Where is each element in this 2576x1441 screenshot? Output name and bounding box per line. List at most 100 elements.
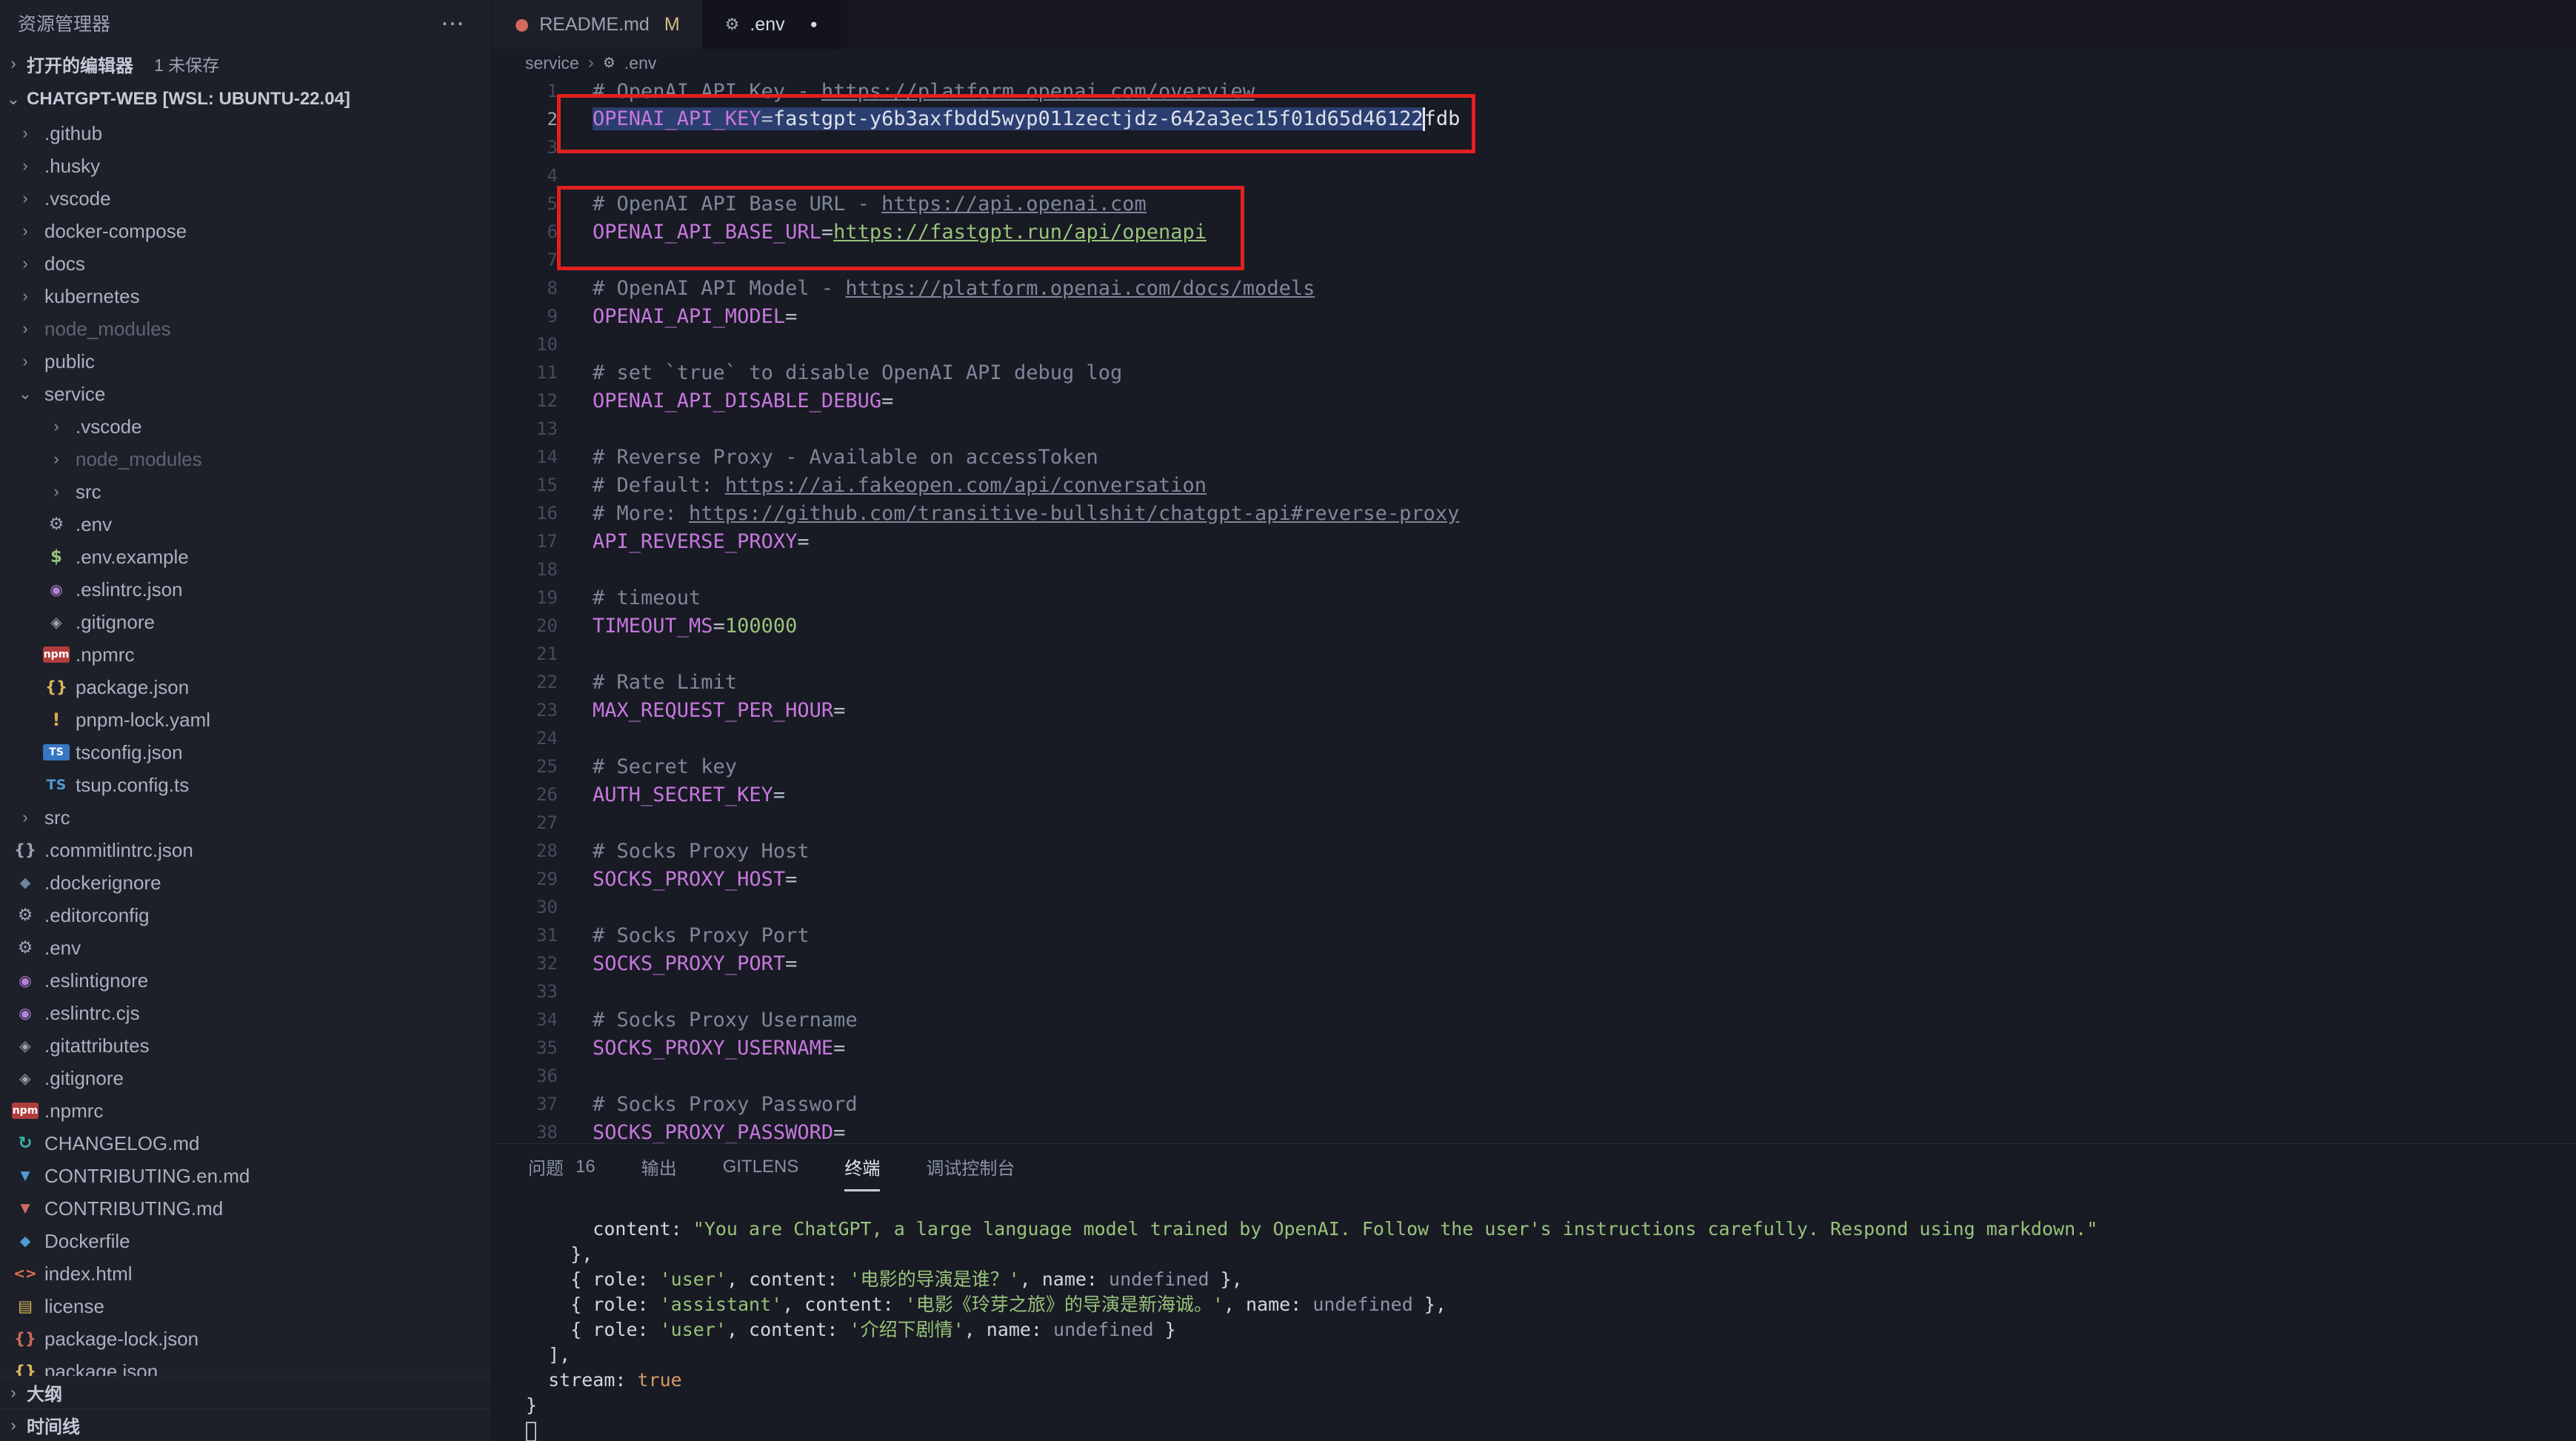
line-number[interactable]: 11	[493, 362, 558, 383]
tree-item-commitlintrc-json[interactable]: {}.commitlintrc.json	[0, 834, 492, 866]
editor-line-13[interactable]: 13	[493, 415, 2576, 443]
tree-item-contributing-md[interactable]: ▼CONTRIBUTING.md	[0, 1192, 492, 1225]
panel-tab-terminal[interactable]: 终端	[844, 1144, 880, 1191]
editor-line-38[interactable]: 38SOCKS_PROXY_PASSWORD=	[493, 1118, 2576, 1143]
tree-item-vscode[interactable]: ›.vscode	[0, 182, 492, 215]
editor-line-20[interactable]: 20TIMEOUT_MS=100000	[493, 612, 2576, 640]
line-number[interactable]: 12	[493, 390, 558, 411]
line-number[interactable]: 1	[493, 81, 558, 101]
tree-item-service-npmrc[interactable]: npm.npmrc	[0, 638, 492, 671]
line-number[interactable]: 34	[493, 1009, 558, 1030]
editor-line-30[interactable]: 30	[493, 893, 2576, 921]
line-number[interactable]: 28	[493, 840, 558, 861]
editor-line-6[interactable]: 6OPENAI_API_BASE_URL=https://fastgpt.run…	[493, 218, 2576, 246]
editor-line-35[interactable]: 35SOCKS_PROXY_USERNAME=	[493, 1034, 2576, 1062]
editor-line-1[interactable]: 1# OpenAI API Key - https://platform.ope…	[493, 77, 2576, 105]
tree-item-package-lock-json[interactable]: {}package-lock.json	[0, 1323, 492, 1355]
tree-item-eslintignore[interactable]: ◉.eslintignore	[0, 964, 492, 997]
line-number[interactable]: 31	[493, 925, 558, 946]
editor-line-8[interactable]: 8# OpenAI API Model - https://platform.o…	[493, 274, 2576, 302]
tree-item-service-pnpm-lock[interactable]: !pnpm-lock.yaml	[0, 703, 492, 736]
breadcrumb-file[interactable]: .env	[624, 53, 656, 73]
tab-readme[interactable]: ●README.mdM	[493, 0, 703, 49]
tree-item-eslintrc-cjs[interactable]: ◉.eslintrc.cjs	[0, 997, 492, 1029]
line-number[interactable]: 30	[493, 897, 558, 917]
tree-item-npmrc[interactable]: npm.npmrc	[0, 1094, 492, 1127]
tree-item-public[interactable]: ›public	[0, 345, 492, 378]
editor-line-24[interactable]: 24	[493, 724, 2576, 752]
panel-tab-problems[interactable]: 问题16	[528, 1144, 595, 1191]
line-number[interactable]: 10	[493, 334, 558, 355]
editor-line-21[interactable]: 21	[493, 640, 2576, 668]
line-number[interactable]: 23	[493, 700, 558, 720]
editor-line-31[interactable]: 31# Socks Proxy Port	[493, 921, 2576, 949]
line-number[interactable]: 24	[493, 728, 558, 749]
editor-line-16[interactable]: 16# More: https://github.com/transitive-…	[493, 499, 2576, 527]
tree-item-service[interactable]: ⌄service	[0, 378, 492, 410]
editor-line-22[interactable]: 22# Rate Limit	[493, 668, 2576, 696]
line-number[interactable]: 19	[493, 587, 558, 608]
tree-item-src[interactable]: ›src	[0, 801, 492, 834]
line-number[interactable]: 5	[493, 193, 558, 214]
panel-tab-output[interactable]: 输出	[641, 1144, 677, 1191]
line-number[interactable]: 37	[493, 1094, 558, 1114]
panel-tab-gitlens[interactable]: GITLENS	[723, 1144, 799, 1191]
line-number[interactable]: 3	[493, 137, 558, 158]
line-number[interactable]: 35	[493, 1037, 558, 1058]
terminal-output[interactable]: content: "You are ChatGPT, a large langu…	[493, 1191, 2576, 1441]
tree-item-gitignore[interactable]: ◈.gitignore	[0, 1062, 492, 1094]
tree-item-husky[interactable]: ›.husky	[0, 150, 492, 182]
line-number[interactable]: 16	[493, 503, 558, 524]
line-number[interactable]: 29	[493, 869, 558, 889]
tree-item-service-tsup-config[interactable]: TStsup.config.ts	[0, 769, 492, 801]
editor-line-5[interactable]: 5# OpenAI API Base URL - https://api.ope…	[493, 190, 2576, 218]
tree-item-license[interactable]: ▤license	[0, 1290, 492, 1323]
editor-line-36[interactable]: 36	[493, 1062, 2576, 1090]
open-editors-section[interactable]: › 打开的编辑器 1 未保存	[0, 46, 492, 81]
editor-content[interactable]: 1# OpenAI API Key - https://platform.ope…	[493, 77, 2576, 1143]
tree-item-dockerfile[interactable]: ◆Dockerfile	[0, 1225, 492, 1257]
line-number[interactable]: 2	[493, 109, 558, 130]
editor-line-34[interactable]: 34# Socks Proxy Username	[493, 1006, 2576, 1034]
project-section-header[interactable]: ⌄ CHATGPT-WEB [WSL: UBUNTU-22.04]	[0, 81, 492, 117]
tree-item-docker-compose[interactable]: ›docker-compose	[0, 215, 492, 247]
editor-line-3[interactable]: 3	[493, 133, 2576, 161]
line-number[interactable]: 15	[493, 475, 558, 495]
editor-line-28[interactable]: 28# Socks Proxy Host	[493, 837, 2576, 865]
tree-item-github[interactable]: ›.github	[0, 117, 492, 150]
line-number[interactable]: 33	[493, 981, 558, 1002]
editor-line-10[interactable]: 10	[493, 330, 2576, 358]
line-number[interactable]: 22	[493, 672, 558, 692]
tree-item-service-tsconfig[interactable]: TStsconfig.json	[0, 736, 492, 769]
editor-line-19[interactable]: 19# timeout	[493, 584, 2576, 612]
tree-item-service-gitignore[interactable]: ◈.gitignore	[0, 606, 492, 638]
tree-item-dockerignore[interactable]: ◆.dockerignore	[0, 866, 492, 899]
more-actions-icon[interactable]: ⋯	[441, 9, 467, 37]
tree-item-gitattributes[interactable]: ◈.gitattributes	[0, 1029, 492, 1062]
breadcrumb-folder[interactable]: service	[525, 53, 579, 73]
line-number[interactable]: 8	[493, 278, 558, 298]
tree-item-service-src[interactable]: ›src	[0, 475, 492, 508]
tree-item-kubernetes[interactable]: ›kubernetes	[0, 280, 492, 312]
line-number[interactable]: 27	[493, 812, 558, 833]
editor-line-23[interactable]: 23MAX_REQUEST_PER_HOUR=	[493, 696, 2576, 724]
tree-item-changelog-md[interactable]: ↻CHANGELOG.md	[0, 1127, 492, 1160]
line-number[interactable]: 38	[493, 1122, 558, 1143]
line-number[interactable]: 4	[493, 165, 558, 186]
line-number[interactable]: 7	[493, 250, 558, 270]
tab-env[interactable]: ⚙.env●	[703, 0, 841, 49]
tree-item-editorconfig[interactable]: ⚙.editorconfig	[0, 899, 492, 932]
tree-item-node-modules[interactable]: ›node_modules	[0, 312, 492, 345]
editor-line-14[interactable]: 14# Reverse Proxy - Available on accessT…	[493, 443, 2576, 471]
sidebar-section-timeline[interactable]: › 时间线	[0, 1408, 492, 1441]
editor-line-9[interactable]: 9OPENAI_API_MODEL=	[493, 302, 2576, 330]
line-number[interactable]: 26	[493, 784, 558, 805]
editor-line-29[interactable]: 29SOCKS_PROXY_HOST=	[493, 865, 2576, 893]
line-number[interactable]: 25	[493, 756, 558, 777]
tree-item-env[interactable]: ⚙.env	[0, 932, 492, 964]
tree-item-index-html[interactable]: <>index.html	[0, 1257, 492, 1290]
tree-item-docs[interactable]: ›docs	[0, 247, 492, 280]
editor-line-33[interactable]: 33	[493, 977, 2576, 1006]
tree-item-service-vscode[interactable]: ›.vscode	[0, 410, 492, 443]
line-number[interactable]: 9	[493, 306, 558, 327]
